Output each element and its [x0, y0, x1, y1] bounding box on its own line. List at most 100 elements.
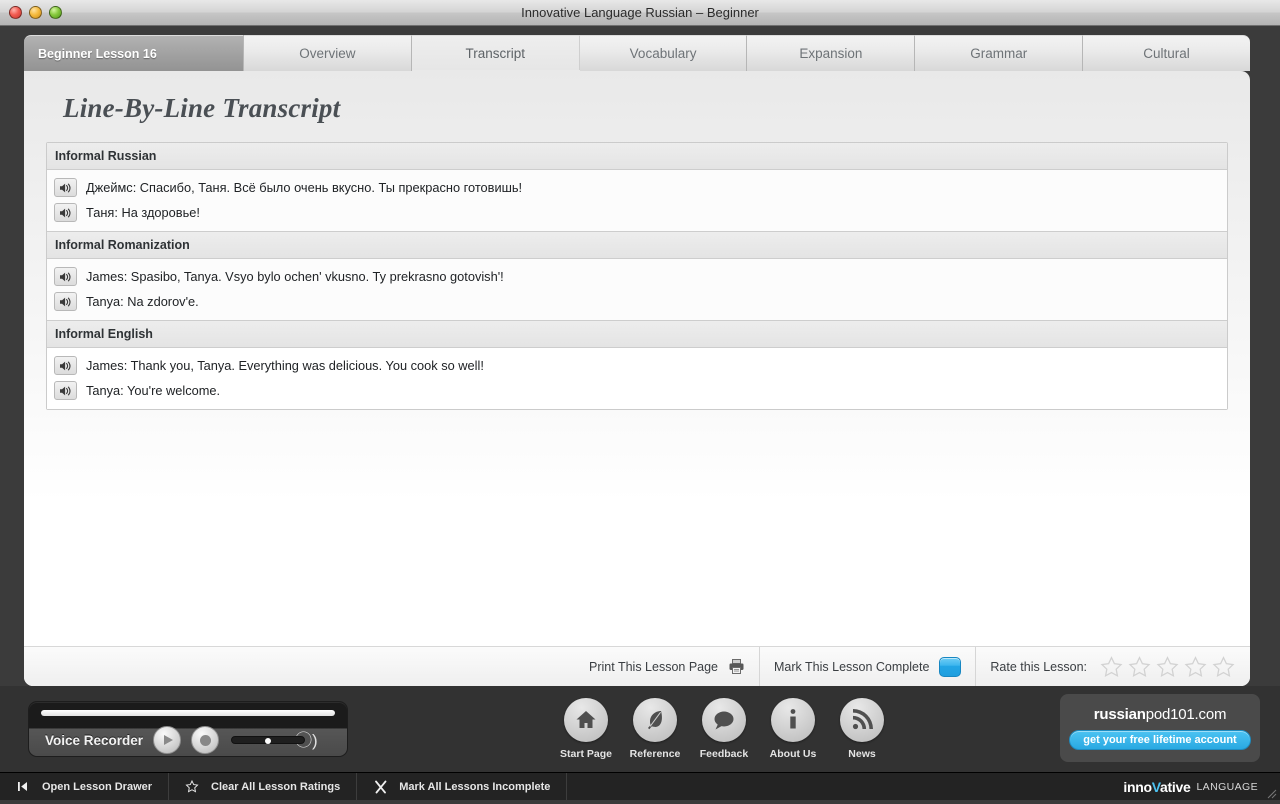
star-outline-icon[interactable]	[1099, 655, 1124, 679]
innovative-language-logo: innoVative LANGUAGE	[1123, 773, 1258, 800]
record-icon[interactable]	[191, 726, 219, 754]
app-window: Innovative Language Russian – Beginner B…	[0, 0, 1280, 800]
transcript-line-text: Таня: На здоровье!	[86, 205, 200, 220]
feather-icon[interactable]	[633, 698, 677, 742]
window-title: Innovative Language Russian – Beginner	[0, 5, 1280, 20]
promo-brand-bold: russian	[1094, 706, 1146, 723]
speaker-icon[interactable]	[54, 203, 77, 222]
transcript-section: Informal Romanization James: Spasibo, Ta…	[47, 231, 1227, 320]
status-clear-ratings[interactable]: Clear All Lesson Ratings	[169, 773, 357, 800]
transcript-line-text: Tanya: Na zdorov'e.	[86, 294, 199, 309]
transcript-line-text: James: Thank you, Tanya. Everything was …	[86, 358, 484, 373]
play-icon[interactable]	[153, 726, 181, 754]
star-outline-icon[interactable]	[1127, 655, 1152, 679]
section-body: James: Thank you, Tanya. Everything was …	[47, 348, 1227, 409]
logo-v: V	[1152, 779, 1160, 795]
dock-nav-icons: Start Page Reference Feedback	[560, 698, 888, 760]
speaker-icon[interactable]	[54, 267, 77, 286]
promo-brand-rest: pod101.com	[1146, 706, 1227, 723]
tab-cultural[interactable]: Cultural	[1083, 35, 1250, 71]
tab-label: Beginner Lesson 16	[38, 47, 157, 61]
nav-feedback[interactable]: Feedback	[698, 698, 750, 760]
transcript-line-text: Джеймс: Спасибо, Таня. Всё было очень вк…	[86, 180, 522, 195]
window-controls	[9, 6, 62, 19]
nav-start-page[interactable]: Start Page	[560, 698, 612, 760]
tab-vocabulary[interactable]: Vocabulary	[580, 35, 748, 71]
nav-about-us[interactable]: About Us	[767, 698, 819, 760]
transcript-section: Informal English James: Thank you, Tanya…	[47, 320, 1227, 409]
promo-banner[interactable]: russianpod101.com get your free lifetime…	[1060, 694, 1260, 762]
section-heading: Informal Romanization	[47, 231, 1227, 259]
transcript-line-text: Tanya: You're welcome.	[86, 383, 220, 398]
rss-icon[interactable]	[840, 698, 884, 742]
transcript-line: James: Thank you, Tanya. Everything was …	[47, 353, 1227, 378]
tab-label: Expansion	[799, 46, 862, 61]
tab-transcript[interactable]: Transcript	[412, 35, 580, 71]
logo-inno: inno	[1123, 779, 1151, 795]
voice-recorder-panel: Voice Recorder ⃝)	[28, 701, 348, 757]
speech-bubble-icon[interactable]	[702, 698, 746, 742]
star-rating[interactable]	[1099, 655, 1236, 679]
transcript-line: James: Spasibo, Tanya. Vsyo bylo ochen' …	[47, 264, 1227, 289]
nav-news[interactable]: News	[836, 698, 888, 760]
rate-lesson-label: Rate this Lesson:	[990, 660, 1087, 674]
volume-waves-icon: ⃝)	[312, 732, 318, 749]
home-icon[interactable]	[564, 698, 608, 742]
blue-checkbox-icon[interactable]	[939, 657, 961, 677]
volume-slider[interactable]	[231, 736, 305, 744]
transcript-line: Джеймс: Спасибо, Таня. Всё было очень вк…	[47, 175, 1227, 200]
window-titlebar: Innovative Language Russian – Beginner	[0, 0, 1280, 26]
tab-overview[interactable]: Overview	[244, 35, 412, 71]
tab-beginner-lesson-16[interactable]: Beginner Lesson 16	[24, 35, 244, 71]
zoom-button[interactable]	[49, 6, 62, 19]
tab-label: Transcript	[465, 46, 525, 61]
star-outline-icon[interactable]	[1155, 655, 1180, 679]
transcript-table: Informal Russian Джеймс: Спасибо, Таня. …	[46, 142, 1228, 410]
transcript-line: Tanya: You're welcome.	[47, 378, 1227, 403]
page-title: Line-By-Line Transcript	[41, 71, 1233, 142]
lesson-content-scroll: Line-By-Line Transcript Informal Russian…	[24, 71, 1250, 646]
status-mark-incomplete[interactable]: Mark All Lessons Incomplete	[357, 773, 567, 800]
transcript-line: Таня: На здоровье!	[47, 200, 1227, 225]
free-account-button[interactable]: get your free lifetime account	[1069, 730, 1250, 750]
recorder-label: Voice Recorder	[45, 733, 143, 748]
speaker-icon[interactable]	[54, 381, 77, 400]
mark-complete-action[interactable]: Mark This Lesson Complete	[759, 647, 975, 686]
resize-grip[interactable]	[1265, 786, 1277, 798]
nav-label: News	[836, 748, 888, 760]
recorder-controls: Voice Recorder ⃝)	[37, 722, 339, 758]
slider-knob[interactable]	[265, 738, 271, 744]
status-bar: Open Lesson Drawer Clear All Lesson Rati…	[0, 772, 1280, 800]
tab-grammar[interactable]: Grammar	[915, 35, 1083, 71]
tab-label: Cultural	[1143, 46, 1190, 61]
info-icon[interactable]	[771, 698, 815, 742]
drawer-arrow-icon	[16, 780, 30, 793]
status-open-lesson-drawer[interactable]: Open Lesson Drawer	[0, 773, 169, 800]
speaker-icon[interactable]	[54, 292, 77, 311]
logo-ative: ative	[1160, 779, 1190, 795]
section-heading: Informal Russian	[47, 143, 1227, 170]
lesson-action-bar: Print This Lesson Page Mark This Lesson …	[24, 646, 1250, 686]
star-outline-icon[interactable]	[1183, 655, 1208, 679]
print-lesson-action[interactable]: Print This Lesson Page	[575, 647, 759, 686]
printer-icon[interactable]	[728, 658, 745, 675]
close-button[interactable]	[9, 6, 22, 19]
lesson-tabstrip: Beginner Lesson 16 Overview Transcript V…	[24, 35, 1250, 71]
lesson-content-sheet: Line-By-Line Transcript Informal Russian…	[24, 71, 1250, 686]
transcript-line: Tanya: Na zdorov'e.	[47, 289, 1227, 314]
print-label: Print This Lesson Page	[589, 660, 718, 674]
promo-brand: russianpod101.com	[1094, 706, 1227, 723]
section-body: Джеймс: Спасибо, Таня. Всё было очень вк…	[47, 170, 1227, 231]
recorder-progress-bar[interactable]	[41, 710, 335, 716]
tab-expansion[interactable]: Expansion	[747, 35, 915, 71]
minimize-button[interactable]	[29, 6, 42, 19]
speaker-icon[interactable]	[54, 356, 77, 375]
nav-reference[interactable]: Reference	[629, 698, 681, 760]
speaker-icon[interactable]	[54, 178, 77, 197]
tab-label: Vocabulary	[630, 46, 697, 61]
star-outline-icon[interactable]	[1211, 655, 1236, 679]
rate-lesson-control[interactable]: Rate this Lesson:	[975, 647, 1250, 686]
logo-language: LANGUAGE	[1196, 781, 1258, 793]
transcript-section: Informal Russian Джеймс: Спасибо, Таня. …	[47, 143, 1227, 231]
section-heading: Informal English	[47, 320, 1227, 348]
